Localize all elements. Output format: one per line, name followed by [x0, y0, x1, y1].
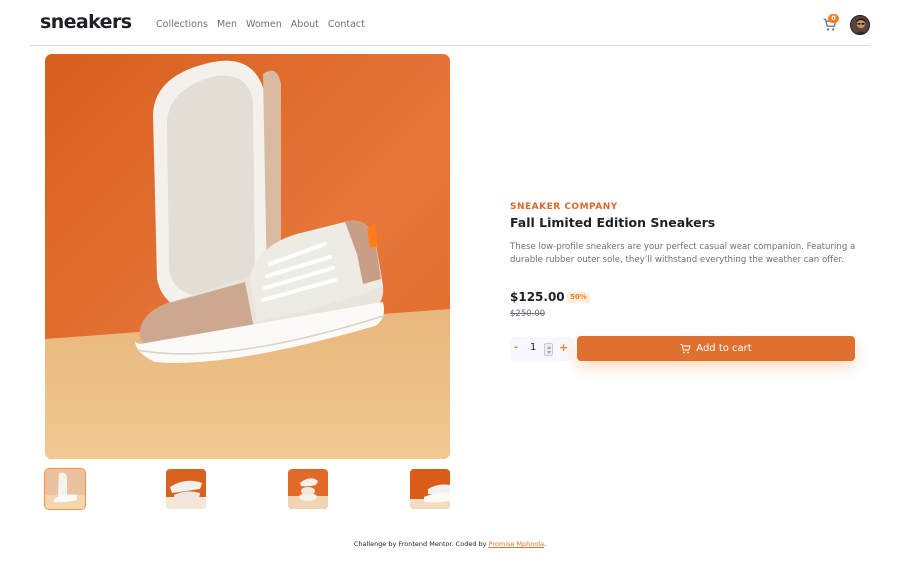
- product-title: Fall Limited Edition Sneakers: [510, 215, 716, 230]
- thumbnail-2[interactable]: [166, 469, 206, 509]
- nav-contact[interactable]: Contact: [328, 19, 365, 30]
- logo[interactable]: sneakers: [40, 11, 132, 33]
- main-nav: Collections Men Women About Contact: [156, 19, 365, 30]
- nav-men[interactable]: Men: [217, 19, 237, 30]
- add-to-cart-label: Add to cart: [696, 343, 752, 354]
- quantity-stepper: - 1 +: [510, 337, 573, 361]
- cart-count-badge: 0: [828, 14, 839, 23]
- quantity-spinner-icon[interactable]: [544, 343, 553, 356]
- nav-collections[interactable]: Collections: [156, 19, 208, 30]
- cart-icon: [680, 343, 691, 353]
- author-link[interactable]: Promise Mphoola: [489, 540, 545, 548]
- product-description: These low-profile sneakers are your perf…: [510, 242, 856, 265]
- attribution-text: Challenge by Frontend Mentor. Coded by: [353, 540, 489, 548]
- thumbnail-1[interactable]: [44, 468, 86, 510]
- attribution-footer: Challenge by Frontend Mentor. Coded by P…: [0, 540, 900, 548]
- discount-badge: 50%: [567, 292, 590, 303]
- site-header: sneakers Collections Men Women About Con…: [30, 0, 870, 46]
- add-to-cart-button[interactable]: Add to cart: [577, 336, 855, 361]
- increase-quantity-button[interactable]: +: [559, 341, 568, 354]
- decrease-quantity-button[interactable]: -: [514, 342, 518, 353]
- nav-women[interactable]: Women: [246, 19, 282, 30]
- original-price: $250.00: [510, 309, 546, 319]
- attribution-suffix: .: [544, 540, 547, 548]
- avatar[interactable]: [850, 15, 870, 35]
- product-main-image[interactable]: [45, 54, 450, 459]
- quantity-value[interactable]: 1: [530, 342, 544, 356]
- nav-about[interactable]: About: [291, 19, 319, 30]
- company-name: SNEAKER COMPANY: [510, 202, 618, 212]
- thumbnail-3[interactable]: [288, 469, 328, 509]
- current-price: $125.00: [510, 290, 565, 304]
- thumbnail-4[interactable]: [410, 469, 450, 509]
